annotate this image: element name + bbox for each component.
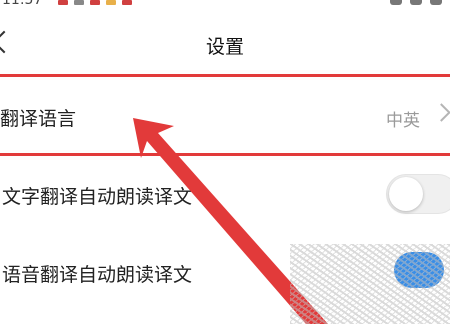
- watermark-noise: [290, 244, 450, 324]
